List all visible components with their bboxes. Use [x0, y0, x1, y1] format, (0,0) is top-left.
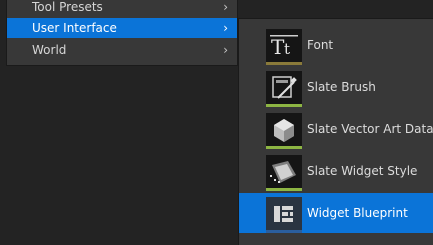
svg-text:t: t [284, 40, 290, 58]
submenu-item-slate-vector-art-data[interactable]: Slate Vector Art Data [239, 109, 433, 149]
submenu-item-slate-widget-style[interactable]: Slate Widget Style [239, 151, 433, 191]
submenu-item-label: Font [307, 38, 334, 52]
menu-item-user-interface[interactable]: User Interface › [7, 18, 237, 38]
chevron-right-icon: › [223, 43, 228, 57]
menu-item-label: Tool Presets [32, 0, 103, 14]
font-icon: T t [266, 29, 302, 65]
svg-text:T: T [271, 35, 285, 59]
widget-style-icon [266, 155, 302, 191]
submenu-item-slate-brush[interactable]: Slate Brush [239, 67, 433, 107]
widget-blueprint-icon [266, 197, 302, 233]
submenu-item-widget-blueprint[interactable]: Widget Blueprint [239, 193, 433, 233]
menu-item-tool-presets[interactable]: Tool Presets › [7, 0, 237, 17]
chevron-right-icon: › [223, 0, 228, 14]
chevron-right-icon: › [223, 21, 228, 35]
slate-brush-icon [266, 71, 302, 107]
submenu-item-label: Slate Widget Style [307, 164, 418, 178]
editor-canvas: Tool Presets › User Interface › World › … [0, 0, 433, 245]
user-interface-submenu: T t Font Slate Brush Slate Vector Art Da… [238, 18, 433, 245]
submenu-item-font[interactable]: T t Font [239, 25, 433, 65]
submenu-item-label: Widget Blueprint [307, 206, 408, 220]
menu-item-label: User Interface [32, 21, 117, 35]
submenu-item-label: Slate Brush [307, 80, 376, 94]
submenu-item-label: Slate Vector Art Data [307, 122, 433, 136]
context-menu: Tool Presets › User Interface › World › [6, 0, 238, 66]
menu-item-world[interactable]: World › [7, 40, 237, 60]
menu-item-label: World [32, 43, 67, 57]
vector-art-icon [266, 113, 302, 149]
